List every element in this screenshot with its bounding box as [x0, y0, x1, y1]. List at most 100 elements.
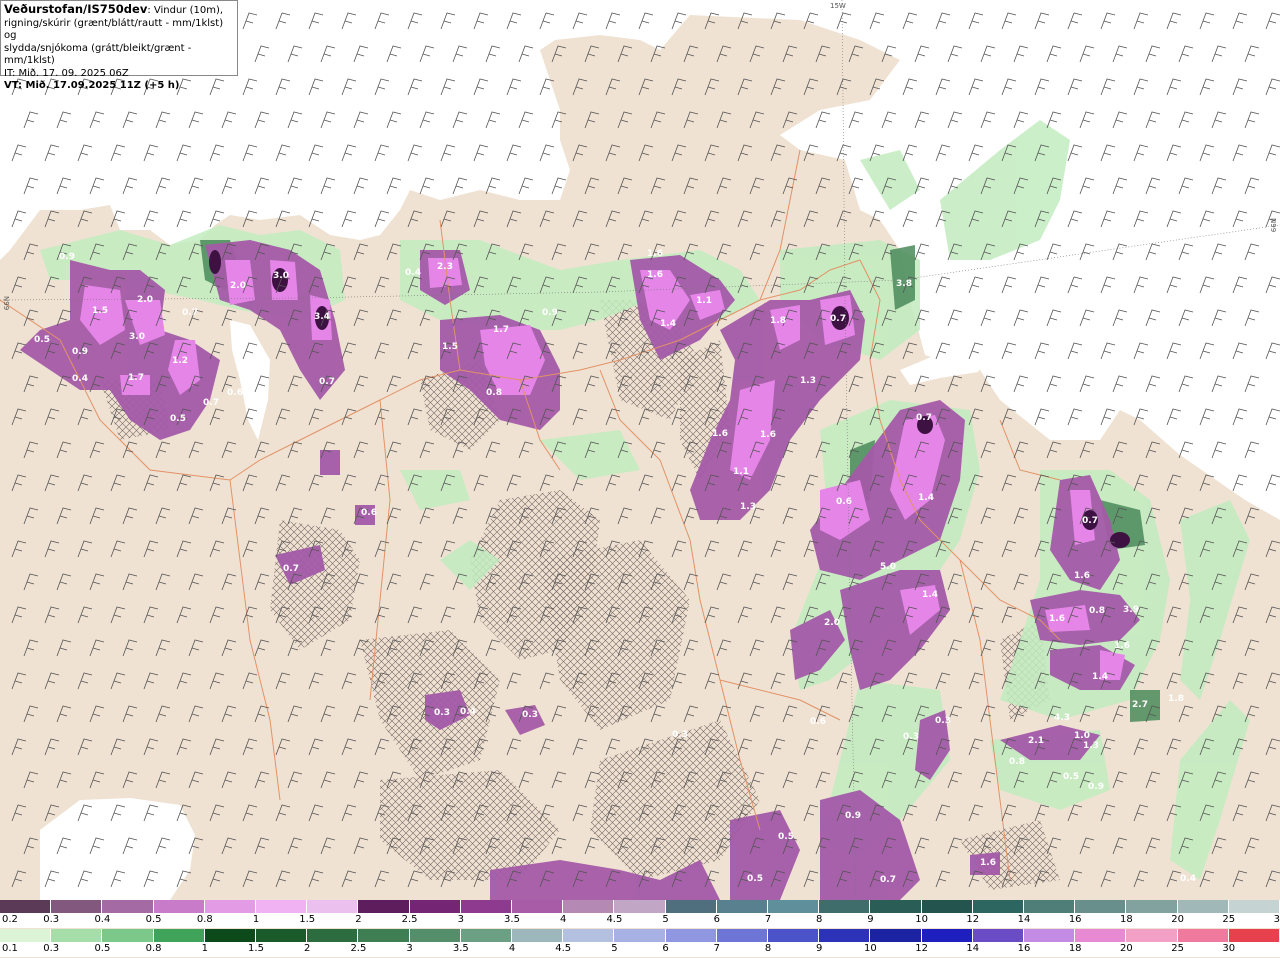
legend-swatch [716, 900, 769, 913]
wind-barb [1013, 507, 1029, 525]
wind-barb [320, 705, 336, 723]
wind-barb [737, 144, 753, 162]
wind-barb [737, 738, 753, 756]
wind-barb [374, 540, 390, 558]
wind-barb [617, 507, 633, 525]
wind-barb [341, 276, 357, 294]
wind-barb [23, 375, 39, 393]
wind-barb [650, 441, 666, 459]
precip-value-label: 3.4 [314, 312, 330, 322]
wind-barb [209, 540, 225, 558]
legend-tick-label: 1.5 [299, 914, 316, 925]
wind-barb [506, 672, 522, 690]
wind-barb [1001, 540, 1017, 558]
legend-swatch [665, 900, 717, 913]
legend-swatch [1024, 900, 1076, 913]
fjord-west [230, 320, 270, 440]
precip-value-label: 1.6 [760, 430, 776, 440]
wind-barb [254, 771, 270, 789]
legend-swatch [204, 900, 257, 913]
wind-barb [44, 210, 60, 228]
wind-barb [551, 837, 567, 855]
legend-tick-label: 0.2 [2, 914, 18, 925]
wind-barb [440, 606, 456, 624]
wind-barb [716, 45, 732, 63]
legend-tick-label: 3.5 [452, 943, 469, 954]
wind-barb [407, 408, 423, 426]
wind-barb [803, 738, 819, 756]
wind-barb [1211, 837, 1227, 855]
wind-barb [209, 408, 225, 426]
wind-barb [11, 738, 27, 756]
wind-barb [242, 738, 258, 756]
precip-value-label: 0.3 [522, 710, 538, 720]
wind-barb [782, 771, 798, 789]
wind-barb [341, 342, 357, 360]
legend-tick-label: 7 [713, 943, 720, 954]
wind-barb [308, 408, 324, 426]
wind-barb [1001, 474, 1017, 492]
wind-barb [23, 705, 39, 723]
precip-value-label: 2.3 [437, 262, 453, 272]
wind-barb [716, 111, 732, 129]
wind-barb [716, 243, 732, 261]
precip-value-label: 1.6 [1049, 614, 1065, 624]
wind-barb [188, 441, 204, 459]
precip-value-label: 1.7 [493, 325, 509, 335]
precip-value-label: 1.4 [922, 590, 938, 600]
wind-barb [539, 672, 555, 690]
legend-rain-scale: 0.2 0.3 0.4 0.5 0.8 1 1.5 2 2.5 3 3.5 4 4.5 5 6 7 8 9 10 12… [0, 900, 1280, 928]
legend-tick-label: 8 [764, 943, 772, 954]
legend-swatch [51, 900, 103, 913]
wind-barb [1067, 804, 1083, 822]
legend-tick-label: 0.1 [2, 943, 18, 954]
wind-barb [551, 45, 567, 63]
wind-barb [638, 210, 654, 228]
wind-barb [803, 210, 819, 228]
weather-map[interactable]: 0.9 1.5 2.0 3.0 0.5 0.9 0.4 1.7 1.2 0.7 0.5 0.6 2.0 3… [0, 0, 1280, 900]
wind-barb [770, 738, 786, 756]
wind-barb [671, 540, 687, 558]
wind-barb [419, 573, 435, 591]
wind-barb [308, 738, 324, 756]
precip-value-label: 1.7 [128, 373, 144, 383]
wind-barb [386, 309, 402, 327]
precip-value-label: 1.4 [660, 319, 676, 329]
wind-barb [1166, 870, 1182, 888]
wind-barb [572, 144, 588, 162]
wind-barb [1133, 804, 1149, 822]
wind-barb [23, 573, 39, 591]
wind-barb [287, 705, 303, 723]
legend-swatch [563, 900, 615, 913]
wind-barb [308, 870, 324, 888]
wind-barb [968, 606, 984, 624]
wind-barb [341, 474, 357, 492]
precip-value-label: 1.5 [92, 306, 108, 316]
legend-swatch [614, 929, 666, 942]
precip-value-label: 0.3 [903, 732, 919, 742]
legend-tick-label: 3 [406, 943, 413, 954]
wind-barb [386, 375, 402, 393]
precip-value-label: 2.7 [1132, 700, 1148, 710]
wind-barb [308, 474, 324, 492]
wind-barb [968, 672, 984, 690]
precip-value-label: 5.0 [880, 562, 896, 572]
wind-barb [188, 771, 204, 789]
precip-value-label: 2.1 [1028, 736, 1044, 746]
legend-tick-label: 5 [662, 914, 669, 925]
wind-barb [23, 243, 39, 261]
legend-swatch [358, 900, 410, 913]
wind-barb [770, 540, 786, 558]
wind-barb [353, 441, 369, 459]
legend-tick-label: 9 [816, 943, 823, 954]
legend-swatch [614, 900, 666, 913]
wind-barb [1079, 837, 1095, 855]
wind-barb [749, 177, 765, 195]
wind-barb [704, 606, 720, 624]
wind-barb [1013, 573, 1029, 591]
legend-swatch [972, 929, 1025, 942]
wind-barb [539, 210, 555, 228]
precip-value-label: 1.3 [800, 376, 816, 386]
legend-tick-label: 0.8 [196, 914, 213, 925]
wind-barb [584, 243, 600, 261]
